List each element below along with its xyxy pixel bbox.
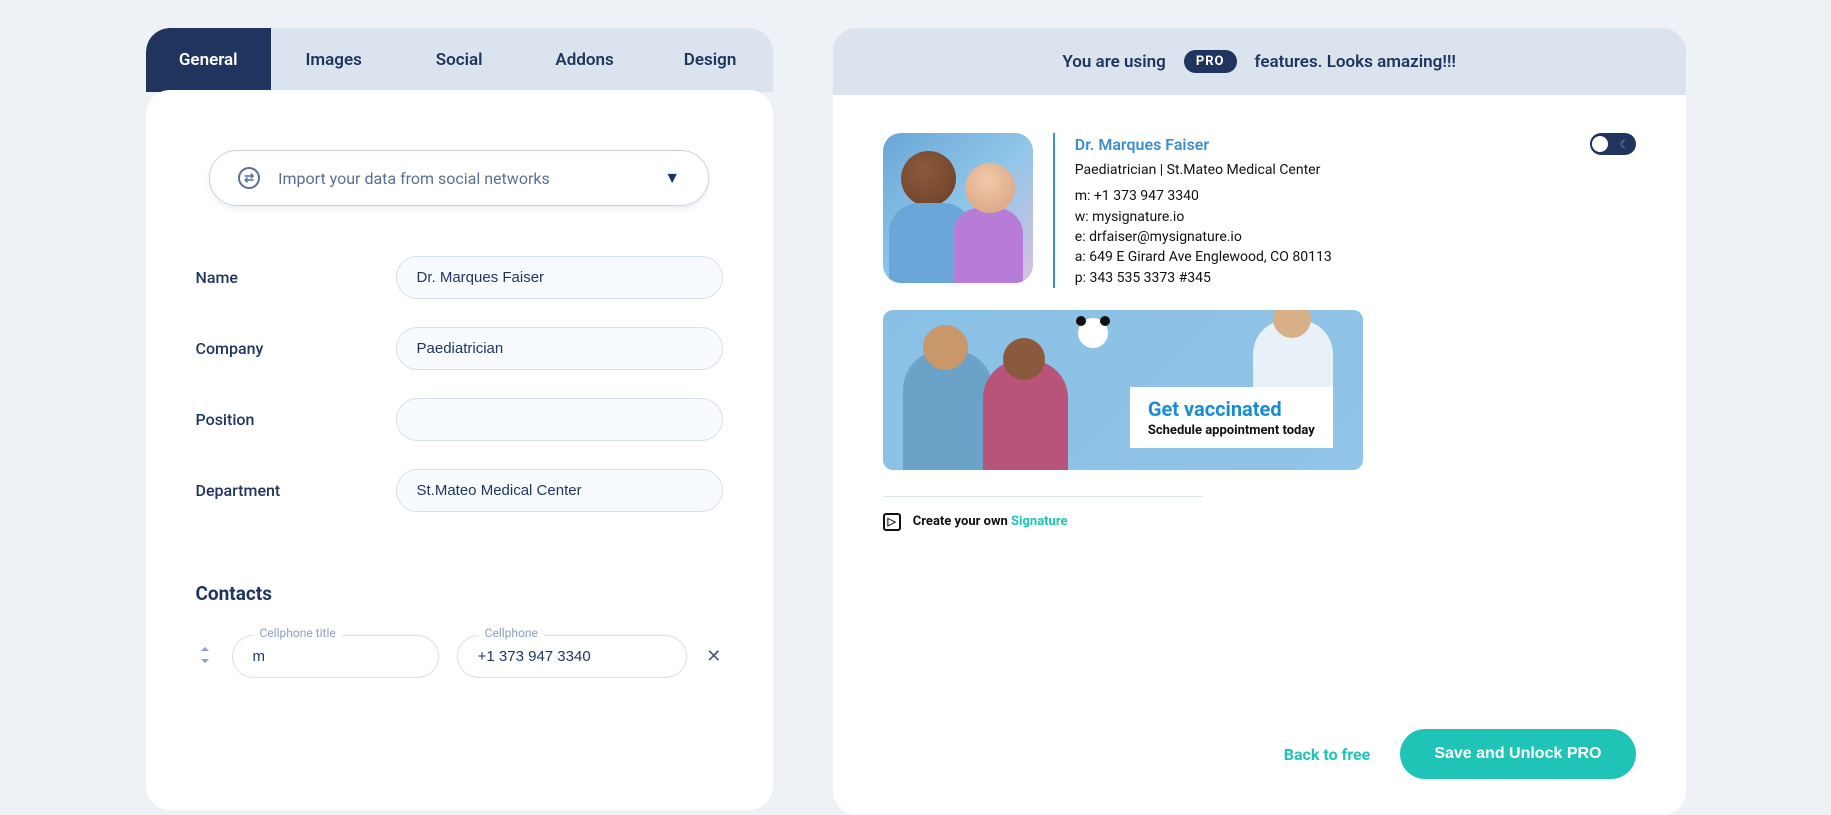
signature-website: w: mysignature.io [1075, 207, 1332, 227]
cellphone-input[interactable] [457, 635, 687, 678]
chevron-down-icon: ▼ [664, 168, 680, 188]
tabs-bar: General Images Social Addons Design [146, 28, 773, 92]
department-label: Department [196, 481, 396, 500]
name-input[interactable] [396, 256, 723, 299]
theme-toggle[interactable]: ☾ [1590, 133, 1636, 155]
signature-divider-line [883, 496, 1203, 497]
signature-address: a: 649 E Girard Ave Englewood, CO 80113 [1075, 247, 1332, 267]
tab-general[interactable]: General [146, 28, 271, 92]
banner-subtitle: Schedule appointment today [1148, 423, 1315, 438]
import-label: Import your data from social networks [278, 169, 550, 188]
signature-subtitle: Paediatrician | St.Mateo Medical Center [1075, 160, 1332, 180]
pro-banner-after: features. Looks amazing!!! [1255, 52, 1456, 72]
position-label: Position [196, 410, 396, 429]
tab-social[interactable]: Social [396, 28, 521, 92]
theme-toggle-knob [1592, 136, 1608, 152]
import-icon: ⇄ [238, 167, 260, 189]
promo-banner: Get vaccinated Schedule appointment toda… [883, 310, 1363, 470]
signature-mobile: m: +1 373 947 3340 [1075, 186, 1332, 206]
company-label: Company [196, 339, 396, 358]
back-to-free-link[interactable]: Back to free [1284, 745, 1371, 764]
tab-design[interactable]: Design [647, 28, 772, 92]
name-label: Name [196, 268, 396, 287]
tab-images[interactable]: Images [271, 28, 396, 92]
signature-email: e: drfaiser@mysignature.io [1075, 227, 1332, 247]
cellphone-title-label: Cellphone title [254, 626, 342, 640]
signature-avatar [883, 133, 1033, 283]
cellphone-label: Cellphone [479, 626, 544, 640]
signature-phone: p: 343 535 3373 #345 [1075, 268, 1332, 288]
signature-divider [1053, 133, 1055, 288]
pro-banner: You are using PRO features. Looks amazin… [833, 28, 1686, 95]
pro-badge: PRO [1184, 50, 1237, 73]
import-social-dropdown[interactable]: ⇄ Import your data from social networks … [209, 150, 709, 206]
pro-banner-before: You are using [1062, 52, 1166, 72]
contacts-section-title: Contacts [196, 582, 723, 605]
department-input[interactable] [396, 469, 723, 512]
create-own-signature-link: Signature [1011, 514, 1067, 529]
create-own-prefix: Create your own [913, 514, 1011, 529]
company-input[interactable] [396, 327, 723, 370]
banner-title: Get vaccinated [1148, 397, 1315, 421]
create-own-icon: ▷ [883, 513, 901, 531]
moon-icon: ☾ [1620, 138, 1630, 151]
create-own-link[interactable]: ▷ Create your own Signature [883, 513, 1636, 531]
drag-handle-icon[interactable] [196, 647, 214, 667]
remove-contact-button[interactable]: ✕ [705, 646, 723, 667]
position-input[interactable] [396, 398, 723, 441]
signature-preview: Dr. Marques Faiser Paediatrician | St.Ma… [883, 133, 1636, 288]
signature-name: Dr. Marques Faiser [1075, 133, 1332, 156]
cellphone-title-input[interactable] [232, 635, 439, 678]
tab-addons[interactable]: Addons [522, 28, 647, 92]
save-unlock-pro-button[interactable]: Save and Unlock PRO [1400, 729, 1635, 779]
